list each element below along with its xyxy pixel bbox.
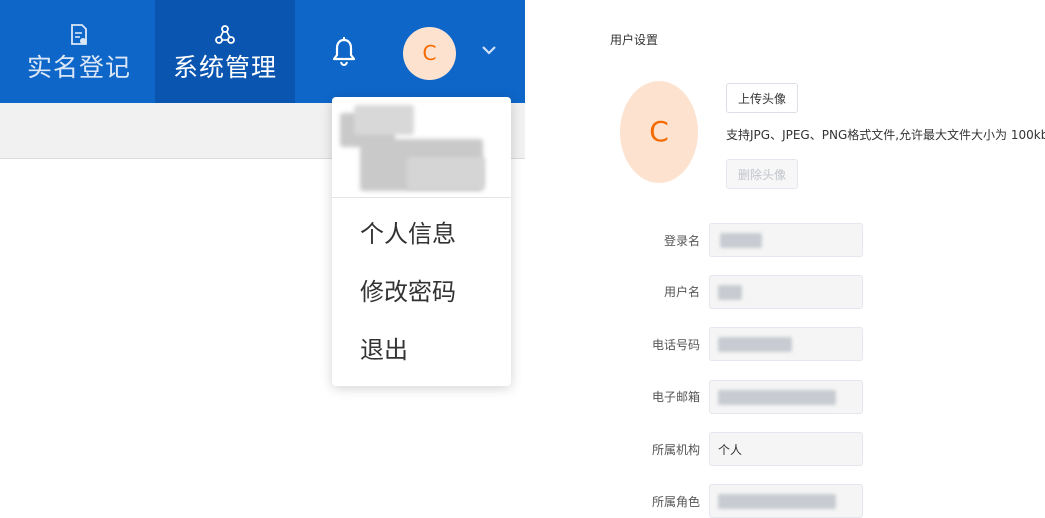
delete-avatar-button[interactable]: 删除头像 [726,159,798,189]
menu-divider [332,197,511,198]
role-label: 所属角色 [651,495,700,509]
field-value: 个人 [718,443,743,457]
email-field[interactable] [709,380,863,414]
menu-item-personal-info[interactable]: 个人信息 [360,219,456,249]
tab-real-name-registration[interactable]: 实名登记 [14,0,144,103]
tab-system-management[interactable]: 系统管理 [155,0,295,103]
page-title: 用户设置 [610,33,659,47]
username-field[interactable] [709,275,863,309]
menu-item-logout[interactable]: 退出 [360,335,408,365]
upload-hint: 支持JPG、JPEG、PNG格式文件,允许最大文件大小为 100kb。 [726,128,1045,142]
organization-field[interactable]: 个人 [709,432,863,466]
profile-avatar: C [620,81,698,183]
login-name-field[interactable] [709,223,863,257]
phone-label: 电话号码 [651,338,700,352]
organization-label: 所属机构 [651,443,700,457]
user-info-blurred [332,97,511,197]
menu-item-change-password[interactable]: 修改密码 [360,277,456,307]
phone-field[interactable] [709,327,863,361]
user-avatar[interactable]: C [403,27,456,80]
login-name-label: 登录名 [663,234,700,248]
tab-label: 实名登记 [26,53,131,82]
chevron-down-icon[interactable] [481,44,497,56]
email-label: 电子邮箱 [651,390,700,404]
username-label: 用户名 [663,285,700,299]
network-icon [215,25,235,44]
upload-avatar-button[interactable]: 上传头像 [726,83,798,113]
user-dropdown-menu: 个人信息 修改密码 退出 [332,97,511,386]
tab-label: 系统管理 [172,53,277,82]
document-icon [71,24,87,45]
top-navigation-bar: 实名登记 系统管理 C [0,0,525,103]
bell-icon[interactable] [332,37,356,67]
role-field[interactable] [709,484,863,518]
